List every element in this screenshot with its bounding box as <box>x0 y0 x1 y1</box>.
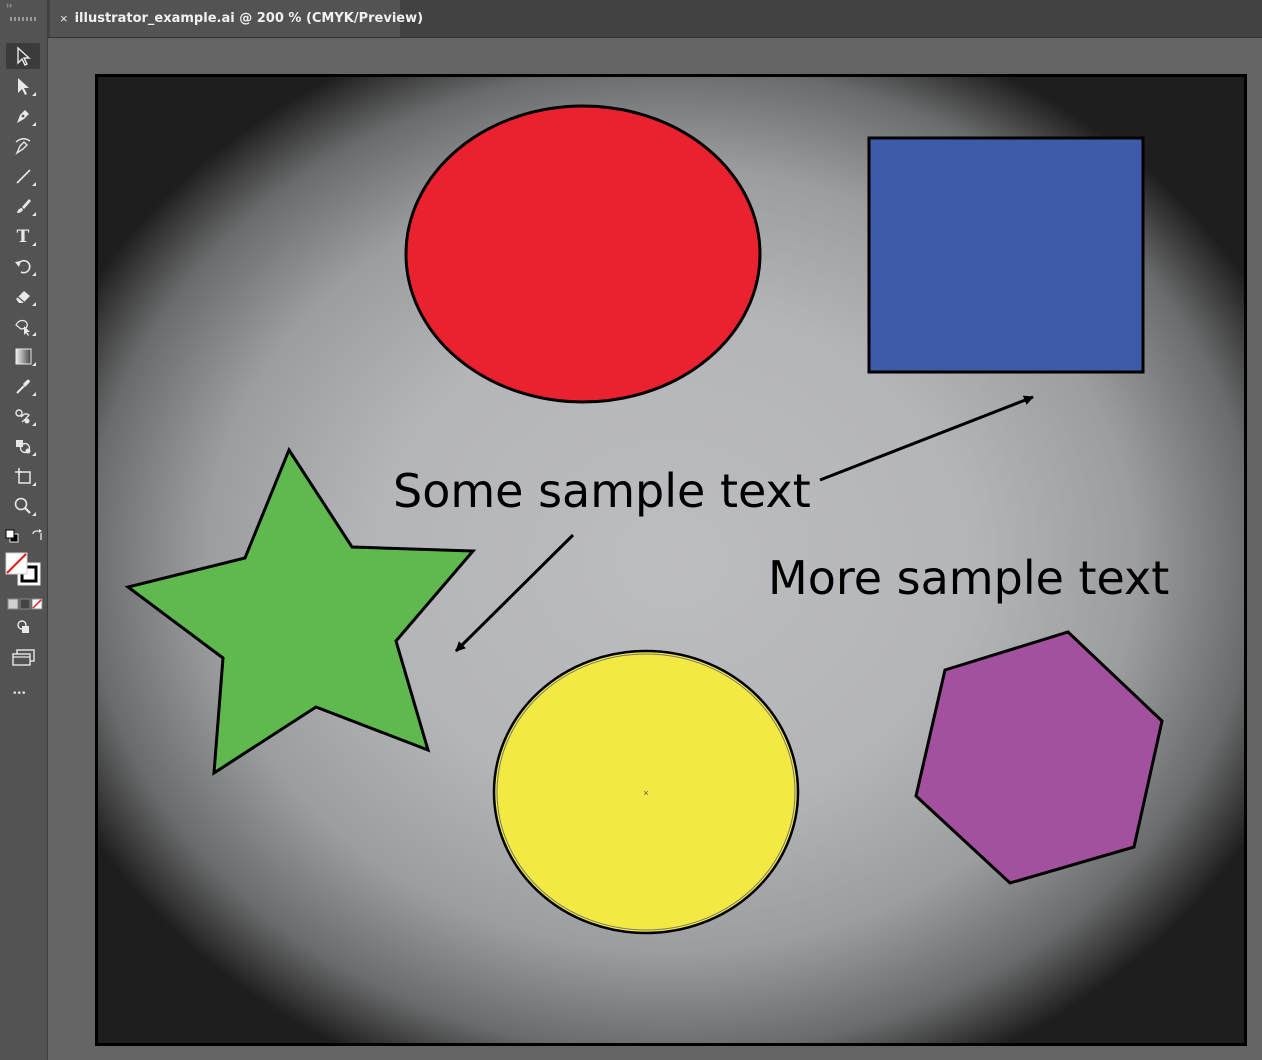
red-ellipse[interactable] <box>404 104 762 404</box>
tools-panel: ›› T ••• <box>0 0 48 1060</box>
brush-icon <box>17 199 31 213</box>
color-mode-buttons[interactable] <box>7 597 43 610</box>
eraser-icon <box>16 291 30 303</box>
sample-text-2[interactable]: More sample text <box>768 555 1169 601</box>
arrow-icon <box>17 46 31 66</box>
eyedropper-tool[interactable] <box>6 373 40 399</box>
blend-icon <box>15 409 30 424</box>
gradient-icon <box>15 348 32 365</box>
shape-builder-tool[interactable] <box>6 433 40 459</box>
toolbar-grip[interactable] <box>10 17 36 21</box>
direct-selection-tool[interactable] <box>6 73 40 99</box>
canvas-area[interactable]: × Some sample text More sample text <box>48 38 1262 1060</box>
type-tool[interactable]: T <box>6 223 40 249</box>
curvature-tool[interactable] <box>6 133 40 159</box>
edit-toolbar-button[interactable]: ••• <box>13 688 27 699</box>
type-icon: T <box>17 227 30 246</box>
free-transform-tool[interactable] <box>6 313 40 339</box>
pen-tool[interactable] <box>6 103 40 129</box>
type-glyph: T <box>17 227 30 246</box>
artboard[interactable]: × Some sample text More sample text <box>95 74 1247 1046</box>
pen-icon <box>17 110 29 123</box>
sample-text-1[interactable]: Some sample text <box>393 468 811 514</box>
eraser-tool[interactable] <box>6 283 40 309</box>
artboard-icon <box>15 468 31 484</box>
direct-arrow-icon <box>18 78 29 95</box>
artboard-tool[interactable] <box>6 463 40 489</box>
draw-mode-icon[interactable] <box>14 619 34 635</box>
rotate-tool[interactable] <box>6 253 40 279</box>
document-tab[interactable]: × illustrator_example.ai @ 200 % (CMYK/P… <box>50 0 423 37</box>
purple-hexagon[interactable] <box>914 630 1164 885</box>
document-tab-title: illustrator_example.ai @ 200 % (CMYK/Pre… <box>74 11 424 26</box>
fill-stroke-swatches[interactable] <box>5 552 43 588</box>
swap-fill-stroke-icon[interactable] <box>30 529 44 543</box>
line-icon <box>16 169 31 184</box>
line-segment-tool[interactable] <box>6 163 40 189</box>
screen-mode-icon[interactable] <box>11 648 37 668</box>
zoom-tool[interactable] <box>6 493 40 519</box>
shape-builder-icon <box>16 440 31 454</box>
arrow-to-rectangle[interactable] <box>819 395 1034 482</box>
blend-tool[interactable] <box>6 403 40 429</box>
curvature-icon <box>15 138 31 155</box>
default-fill-stroke-icon[interactable] <box>5 529 19 543</box>
rotate-icon <box>15 259 31 274</box>
selection-tool[interactable] <box>6 43 40 69</box>
collapse-toolbar-icon[interactable]: ›› <box>6 0 12 10</box>
illustrator-window: ›› T ••• × illustrator_example.ai @ 200 … <box>0 0 1262 1060</box>
paintbrush-tool[interactable] <box>6 193 40 219</box>
blue-rectangle[interactable] <box>867 136 1145 374</box>
transform-icon <box>15 319 30 336</box>
eyedropper-icon <box>16 379 30 394</box>
center-point-marker: × <box>643 788 648 798</box>
close-tab-icon[interactable]: × <box>60 11 68 26</box>
document-tab-bar: × illustrator_example.ai @ 200 % (CMYK/P… <box>48 0 1262 38</box>
zoom-icon <box>14 497 31 514</box>
gradient-tool[interactable] <box>6 343 40 369</box>
